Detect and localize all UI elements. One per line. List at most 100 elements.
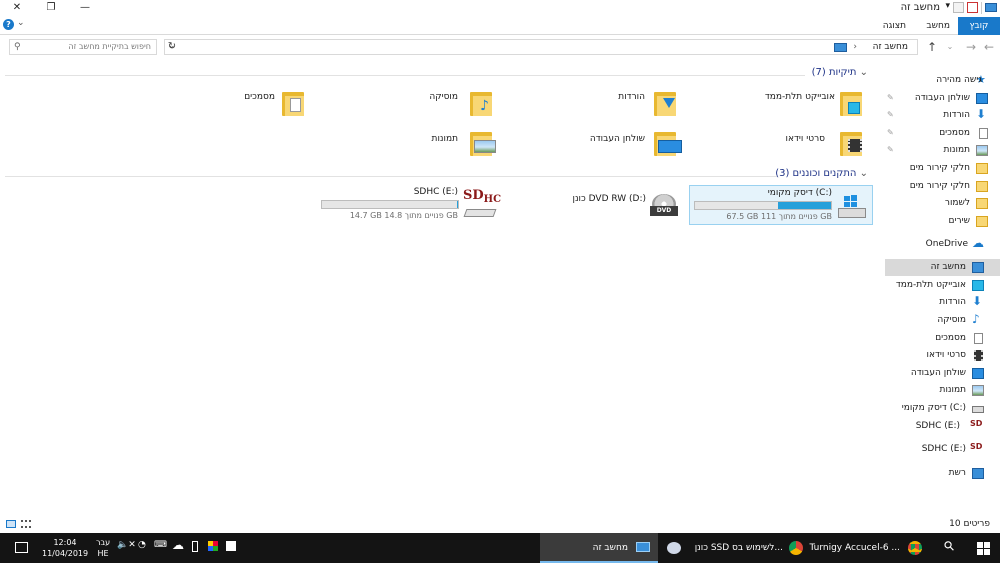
forward-button[interactable]: → xyxy=(963,39,979,55)
chrome-icon xyxy=(789,541,803,555)
onedrive-icon[interactable]: ☁ xyxy=(172,538,184,552)
drive-d[interactable]: DVD כונן DVD RW (D:) xyxy=(520,185,690,225)
nav-sdhc-e-2[interactable]: SD SDHC (E:) xyxy=(885,441,1000,458)
drive-free-text: 67.5 GB פנויים מתוך 111 GB xyxy=(726,212,832,221)
folder-documents[interactable]: מסמכים xyxy=(140,86,310,120)
pictures-icon xyxy=(976,145,988,156)
pin-icon[interactable]: ✎ xyxy=(887,128,894,137)
nav-label: סרטי וידאו xyxy=(926,350,966,360)
up-button[interactable]: ↑ xyxy=(924,39,940,55)
new-folder-icon[interactable] xyxy=(953,2,964,13)
keyboard-icon[interactable]: ⌨ xyxy=(154,540,167,550)
nav-label: גישה מהירה xyxy=(936,75,982,85)
nav-documents-pinned[interactable]: ✎ מסמכים xyxy=(885,125,1000,142)
tray-app-icon[interactable] xyxy=(208,541,218,551)
network-icon[interactable]: ◔ xyxy=(138,540,146,550)
tab-computer[interactable]: מחשב xyxy=(918,17,958,35)
folder-icon xyxy=(976,181,988,192)
back-button[interactable]: ← xyxy=(981,39,997,55)
minimize-button[interactable]: — xyxy=(68,0,102,16)
drive-usage-bar xyxy=(694,201,832,210)
nav-label: תמונות xyxy=(943,145,970,155)
taskbar-chrome-turnigy[interactable]: Turnigy Accucel-6 ... xyxy=(805,533,932,563)
language-indicator[interactable]: עבר HE xyxy=(96,537,110,559)
drive-e[interactable]: SDHC SDHC (E:) 14.7 GB פנויים מתוך 14.8 … xyxy=(320,185,502,225)
pinned-app-icon[interactable] xyxy=(665,540,683,556)
customize-toolbar-icon[interactable]: ▾ xyxy=(945,1,950,11)
defender-icon[interactable] xyxy=(226,541,236,551)
start-button[interactable] xyxy=(977,542,990,555)
ribbon-minimize-chevron-icon[interactable]: ⌄ xyxy=(17,18,25,28)
breadcrumb-separator-icon[interactable]: › xyxy=(853,42,857,52)
drive-c[interactable]: דיסק מקומי (C:) 67.5 GB פנויים מתוך 111 … xyxy=(689,185,873,225)
devices-group-header[interactable]: התקנים וכוננים (3) ⌄ xyxy=(775,168,871,179)
nav-folder-water-cooling-1[interactable]: חלקי קירור מים xyxy=(885,160,1000,177)
collapse-chevron-icon[interactable]: ⌄ xyxy=(860,168,868,179)
nav-pictures[interactable]: תמונות xyxy=(885,382,1000,399)
maximize-button[interactable]: ❐ xyxy=(34,0,68,16)
folder-pictures[interactable]: תמונות xyxy=(330,126,500,160)
nav-3d-objects[interactable]: אובייקט תלת-ממד xyxy=(885,277,1000,294)
nav-videos[interactable]: סרטי וידאו xyxy=(885,347,1000,364)
tab-file[interactable]: קובץ xyxy=(958,17,1000,35)
nav-desktop-pinned[interactable]: ✎ שולחן העבודה xyxy=(885,90,1000,107)
large-icons-view-icon[interactable] xyxy=(21,520,31,528)
nav-network[interactable]: רשת xyxy=(885,465,1000,482)
chrome-icon xyxy=(908,541,922,555)
nav-local-disk-c[interactable]: דיסק מקומי (C:) xyxy=(885,400,1000,417)
nav-label: מסמכים xyxy=(935,333,966,343)
pin-icon[interactable]: ✎ xyxy=(887,145,894,154)
folder-downloads[interactable]: הורדות xyxy=(520,86,690,120)
nav-folder-water-cooling-2[interactable]: חלקי קירור מים xyxy=(885,178,1000,195)
address-bar[interactable]: מחשב זה › ⌄ xyxy=(164,39,918,55)
nav-quick-access[interactable]: ★ גישה מהירה xyxy=(885,72,1000,89)
sdhc-icon: SDHC xyxy=(461,187,501,221)
nav-label: מסמכים xyxy=(939,128,970,138)
nav-this-pc[interactable]: מחשב זה xyxy=(885,259,1000,276)
pin-icon[interactable]: ✎ xyxy=(887,93,894,102)
pin-icon[interactable]: ✎ xyxy=(887,110,894,119)
nav-pictures-pinned[interactable]: ✎ תמונות xyxy=(885,142,1000,159)
action-center-icon[interactable] xyxy=(15,542,28,553)
address-breadcrumb-this-pc[interactable]: מחשב זה xyxy=(873,42,908,52)
search-icon[interactable]: ⚲ xyxy=(942,538,959,555)
folder-videos[interactable]: סרטי וידאו xyxy=(700,126,870,160)
properties-icon[interactable] xyxy=(967,2,978,13)
recent-locations-icon[interactable]: ⌄ xyxy=(942,39,958,55)
details-view-icon[interactable] xyxy=(6,520,16,528)
nav-music[interactable]: ♪ מוסיקה xyxy=(885,312,1000,329)
nav-folder-songs[interactable]: שירים xyxy=(885,213,1000,230)
nav-label: SDHC (E:) xyxy=(915,421,960,431)
nav-label: OneDrive xyxy=(925,239,968,249)
desktop-icon xyxy=(976,93,988,104)
folder-3d-objects[interactable]: אובייקט תלת-ממד xyxy=(700,86,870,120)
taskbar-file-explorer[interactable]: מחשב זה xyxy=(540,533,658,563)
nav-label: הורדות xyxy=(939,297,966,307)
close-button[interactable]: ✕ xyxy=(0,0,34,16)
taskbar-chrome-ssd[interactable]: כונן SSD לשימוש בס... xyxy=(690,533,805,563)
nav-sdhc-e-1[interactable]: SD SDHC (E:) xyxy=(885,418,1000,435)
collapse-chevron-icon[interactable]: ⌄ xyxy=(860,67,868,78)
nav-downloads-pinned[interactable]: ✎ ⬇ הורדות xyxy=(885,107,1000,124)
nav-folder-save[interactable]: לשמור xyxy=(885,195,1000,212)
folders-group-header[interactable]: תיקיות (7) ⌄ xyxy=(812,67,871,78)
folder-icon xyxy=(976,198,988,209)
address-row: ← → ⌄ ↑ מחשב זה › ⌄ ↻ חיפוש בתיקיית מחשב… xyxy=(0,37,1000,57)
volume-muted-icon[interactable]: 🔈✕ xyxy=(117,540,136,550)
this-pc-icon xyxy=(636,542,650,552)
status-bar: 10 פריטים xyxy=(0,517,1000,531)
nav-downloads[interactable]: ⬇ הורדות xyxy=(885,294,1000,311)
language-top: עבר xyxy=(96,538,111,547)
folder-desktop[interactable]: שולחן העבודה xyxy=(520,126,690,160)
tab-view[interactable]: תצוגה xyxy=(875,17,914,35)
usb-icon[interactable] xyxy=(192,541,198,552)
clock[interactable]: 12:04 11/04/2019 xyxy=(42,537,88,559)
help-icon[interactable]: ? xyxy=(3,19,14,30)
nav-onedrive[interactable]: ☁ OneDrive xyxy=(885,236,1000,253)
refresh-icon[interactable]: ↻ xyxy=(163,39,181,55)
search-input[interactable]: חיפוש בתיקיית מחשב זה ⚲ xyxy=(9,39,157,55)
devices-group-title: התקנים וכוננים (3) xyxy=(775,168,857,179)
folder-music[interactable]: ♪ מוסיקה xyxy=(330,86,500,120)
nav-desktop[interactable]: שולחן העבודה xyxy=(885,365,1000,382)
nav-documents[interactable]: מסמכים xyxy=(885,330,1000,347)
